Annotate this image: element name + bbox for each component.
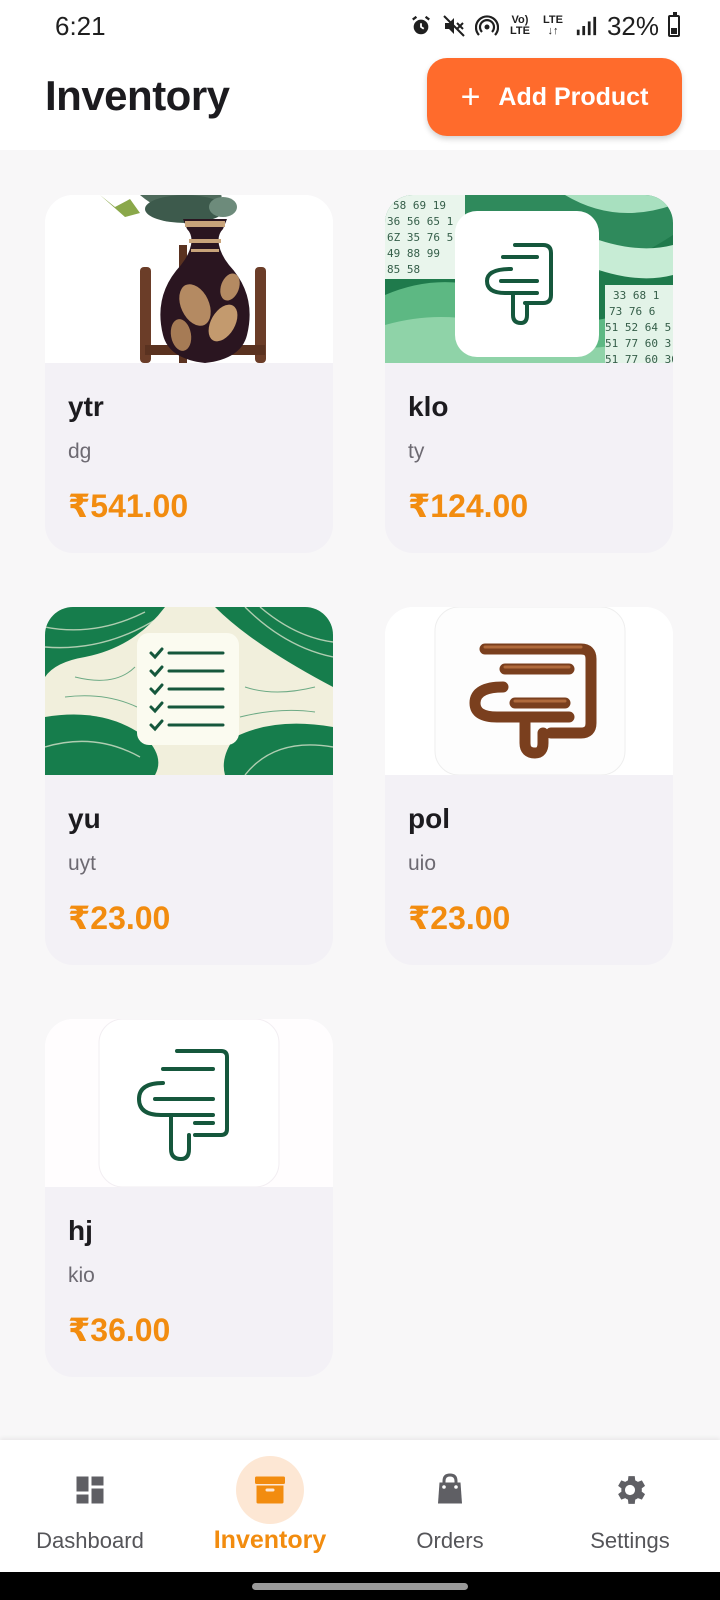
signal-icon [574, 14, 598, 38]
archive-icon [236, 1456, 304, 1524]
volte-icon: Vo) LTE [508, 14, 532, 38]
product-name: klo [408, 391, 449, 422]
nav-item-settings[interactable]: Settings [540, 1440, 720, 1572]
product-name: yu [68, 803, 101, 834]
nav-label: Inventory [213, 1526, 327, 1554]
plus-icon: + [460, 78, 481, 116]
product-name: ytr [68, 391, 104, 422]
volte-lte-label: LTE [509, 25, 530, 37]
battery-icon [668, 12, 680, 37]
page-title: Inventory [45, 72, 230, 119]
status-time: 6:21 [55, 10, 106, 41]
app-header: Inventory + Add Product [0, 52, 720, 150]
product-card[interactable]: yu uyt ₹23.00 [45, 607, 333, 965]
digits-row: 36 56 65 1 [387, 215, 453, 228]
product-description: ty [408, 440, 425, 463]
product-price: ₹36.00 [68, 1312, 171, 1348]
digits-row: 49 88 99 [387, 247, 440, 260]
digits-row: 58 69 19 [393, 199, 446, 212]
mute-icon [442, 14, 466, 38]
product-description: uio [408, 852, 437, 875]
product-name: pol [408, 803, 450, 834]
nav-label: Orders [416, 1528, 484, 1553]
nav-item-orders[interactable]: Orders [360, 1440, 540, 1572]
product-image-logo-green: 58 69 19 36 56 65 1 6Z 35 76 5 49 88 99 … [385, 195, 673, 363]
digits-row: 51 77 60 30 [605, 353, 673, 363]
add-product-button[interactable]: + Add Product [427, 58, 682, 136]
product-image-wood-logo [385, 607, 673, 775]
gesture-handle[interactable] [252, 1583, 468, 1590]
product-price: ₹23.00 [408, 900, 511, 936]
product-name: hj [68, 1215, 93, 1246]
product-card[interactable]: pol uio ₹23.00 [385, 607, 673, 965]
product-image-line-logo [45, 1019, 333, 1187]
status-bar: 6:21 Vo) LTE LTE ↓↑ 32% [0, 0, 720, 52]
nav-item-inventory[interactable]: Inventory [180, 1440, 360, 1572]
add-product-label: Add Product [498, 82, 649, 111]
alarm-icon [409, 14, 433, 38]
digits-row: 6Z 35 76 5 [387, 231, 453, 244]
hotspot-icon [474, 14, 499, 38]
digits-row: 73 76 6 [609, 305, 655, 318]
shopping-bag-icon [416, 1456, 484, 1524]
bottom-navigation: Dashboard Inventory Orders Settings [0, 1440, 720, 1572]
nav-label: Dashboard [36, 1528, 144, 1553]
product-card[interactable]: ytr dg ₹541.00 [45, 195, 333, 553]
product-description: kio [68, 1264, 95, 1287]
product-price: ₹541.00 [68, 488, 189, 524]
product-card[interactable]: hj kio ₹36.00 [45, 1019, 333, 1377]
digits-row: 51 52 64 5 [605, 321, 671, 334]
digits-row: 51 77 60 3 [605, 337, 671, 350]
digits-row: 85 58 [387, 263, 420, 276]
lte-icon: LTE ↓↑ [541, 14, 565, 38]
digits-row: 33 68 1 [613, 289, 659, 302]
product-image-checklist [45, 607, 333, 775]
lte-arrows: ↓↑ [547, 25, 559, 37]
status-icons: Vo) LTE LTE ↓↑ 32% [409, 11, 680, 42]
gear-icon [596, 1456, 664, 1524]
product-description: uyt [68, 852, 97, 875]
system-gesture-bar [0, 1572, 720, 1600]
product-description: dg [68, 440, 92, 463]
dashboard-icon [56, 1456, 124, 1524]
product-image-vase [45, 195, 333, 363]
battery-percent: 32% [606, 10, 659, 41]
product-price: ₹124.00 [408, 488, 529, 524]
product-price: ₹23.00 [68, 900, 171, 936]
product-card[interactable]: 58 69 19 36 56 65 1 6Z 35 76 5 49 88 99 … [385, 195, 673, 553]
nav-item-dashboard[interactable]: Dashboard [0, 1440, 180, 1572]
nav-label: Settings [590, 1528, 670, 1553]
